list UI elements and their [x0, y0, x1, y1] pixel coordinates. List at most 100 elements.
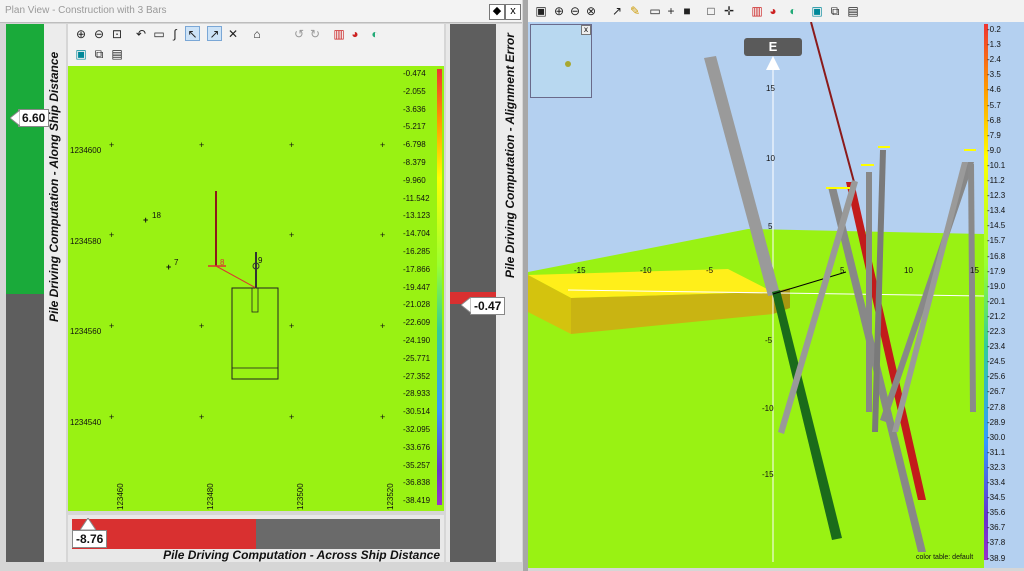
undo-icon[interactable]: ↺: [292, 27, 306, 41]
view3d-colorbar-label: -38.9: [987, 553, 1006, 563]
copy-icon[interactable]: ⧉: [828, 4, 842, 18]
view3d-colorbar-label: -35.6: [987, 508, 1006, 518]
alignment-value: -0.47: [470, 297, 506, 315]
vertical-tick: 15: [766, 84, 775, 93]
zoom-in-icon[interactable]: ⊕: [552, 4, 566, 18]
view3d-colorbar-label: -6.8: [987, 115, 1001, 125]
layers-icon[interactable]: ✕: [226, 27, 240, 41]
zoom-in-icon[interactable]: ⊕: [74, 27, 88, 41]
camera-icon[interactable]: ■: [680, 4, 694, 18]
vertical-tick: 10: [766, 154, 775, 163]
save-icon[interactable]: ▤: [110, 47, 124, 61]
vertical-tick: -15: [762, 470, 774, 479]
color-scale-icon[interactable]: ▥: [750, 4, 764, 18]
light-icon[interactable]: ✎: [628, 4, 642, 18]
alignment-gauge: [450, 24, 496, 562]
barge-end: [231, 367, 279, 380]
point-label: 9: [258, 256, 263, 265]
plan-colorbar: [437, 69, 442, 505]
plan-colorbar-label: -3.636: [403, 104, 426, 114]
pointer-icon[interactable]: ↖: [185, 26, 200, 41]
close-button[interactable]: x: [505, 4, 521, 20]
across-ship-value: -8.76: [72, 530, 108, 548]
along-ship-pointer: [10, 110, 20, 126]
view3d-colorbar-label: -37.8: [987, 538, 1006, 548]
plan-colorbar-label: -8.379: [403, 158, 426, 167]
overview-position: [565, 61, 571, 67]
point-label: 18: [152, 211, 161, 220]
pile-guide: [251, 287, 259, 313]
draw-icon[interactable]: ↗: [610, 4, 624, 18]
color-scale-icon[interactable]: ▥: [332, 27, 346, 41]
horizontal-tick: 5: [840, 266, 845, 275]
plan-colorbar-label: -33.676: [403, 442, 431, 452]
view3d-colorbar-label: -12.3: [987, 191, 1006, 201]
view3d-colorbar-label: -2.4: [987, 55, 1001, 65]
plan-colorbar-label: -30.514: [403, 407, 431, 417]
compass[interactable]: E: [744, 38, 802, 56]
draw-icon[interactable]: ↗: [207, 26, 222, 41]
view3d-colorbar-label: -26.7: [987, 387, 1006, 397]
copy-icon[interactable]: ⧉: [92, 47, 106, 61]
view3d-colorbar-label: -3.5: [987, 70, 1001, 80]
zoom-extent-icon[interactable]: ⊡: [110, 27, 124, 41]
alignment-gauge-panel: [446, 24, 500, 562]
view3d-canvas[interactable]: E x 15 10 5 -5 -10 -15 -15 -10 -5 5 10 1…: [528, 22, 984, 568]
across-ship-pointer: [80, 518, 96, 530]
offset-line: [215, 265, 257, 289]
fit-icon[interactable]: ▣: [534, 4, 548, 18]
zoom-window-icon[interactable]: ⊗: [584, 4, 598, 18]
horizontal-tick: -5: [706, 266, 714, 275]
plan-colorbar-label: -25.771: [403, 353, 431, 363]
curve-icon[interactable]: ∫: [168, 27, 182, 41]
pan-icon[interactable]: ↶: [134, 27, 148, 41]
pin-icon[interactable]: ◆: [489, 4, 505, 20]
view3d-colorbar-label: -7.9: [987, 130, 1001, 140]
along-ship-value: 6.60: [18, 109, 50, 127]
plan-window-titlebar: Plan View - Construction with 3 Bars ◆ x: [0, 0, 522, 23]
overview-close-icon[interactable]: x: [581, 25, 591, 35]
plan-colorbar-label: -36.838: [403, 478, 431, 488]
theme-icon[interactable]: ◐: [368, 27, 382, 41]
horizontal-tick: -15: [574, 266, 586, 275]
palette-icon[interactable]: ◕: [766, 4, 780, 18]
view3d-colorbar-label: -34.5: [987, 493, 1006, 503]
view3d-colorbar-label: -30.0: [987, 432, 1006, 442]
zoom-out-icon[interactable]: ⊖: [92, 27, 106, 41]
view3d-colorbar-label: -24.5: [987, 357, 1006, 367]
view3d-colorbar-label: -13.4: [987, 206, 1006, 216]
measure-icon[interactable]: ▭: [648, 4, 662, 18]
fit-icon[interactable]: ▣: [810, 4, 824, 18]
plan-colorbar-label: -6.798: [403, 140, 426, 150]
along-ship-gauge: [6, 24, 44, 562]
view3d-colorbar-label: -28.9: [987, 417, 1006, 427]
move-icon[interactable]: ✛: [722, 4, 736, 18]
redo-icon[interactable]: ↻: [308, 27, 322, 41]
plan-colorbar-label: -9.960: [403, 175, 426, 185]
horizontal-tick: 15: [970, 266, 979, 275]
compass-label: E: [768, 39, 778, 54]
view3d-colorbar-label: -10.1: [987, 160, 1006, 170]
barge-outline: [231, 287, 279, 380]
point-marker: +: [166, 262, 172, 272]
view3d-toolbar: ▣ ⊕ ⊖ ⊗ ↗ ✎ ▭ + ■ □ ✛ ▥ ◕ ◐ ▣ ⧉ ▤: [528, 0, 1024, 23]
vertical-tick: -10: [762, 404, 774, 413]
view3d-scene: [528, 22, 984, 568]
north-icon[interactable]: ⌂: [250, 27, 264, 41]
theme-icon[interactable]: ◐: [786, 4, 800, 18]
overview-map[interactable]: x: [530, 24, 592, 98]
cross-icon[interactable]: +: [664, 4, 678, 18]
palette-icon[interactable]: ◕: [348, 27, 362, 41]
zoom-out-icon[interactable]: ⊖: [568, 4, 582, 18]
view3d-colorbar-label: -33.4: [987, 478, 1006, 487]
view3d-colorbar-label: -16.8: [987, 251, 1006, 261]
view3d-colorbar-label: -5.7: [987, 100, 1001, 110]
view3d-colorbar-label: -9.0: [987, 145, 1001, 155]
measure-icon[interactable]: ▭: [152, 27, 166, 41]
save-icon[interactable]: ▤: [846, 4, 860, 18]
plan-drawing: [208, 191, 279, 380]
view3d-colorbar-label: -25.6: [987, 372, 1006, 382]
box-icon[interactable]: □: [704, 4, 718, 18]
fit-icon[interactable]: ▣: [74, 47, 88, 61]
plan-view-canvas[interactable]: 1234600 1234580 1234560 1234540 123460 1…: [68, 66, 401, 511]
